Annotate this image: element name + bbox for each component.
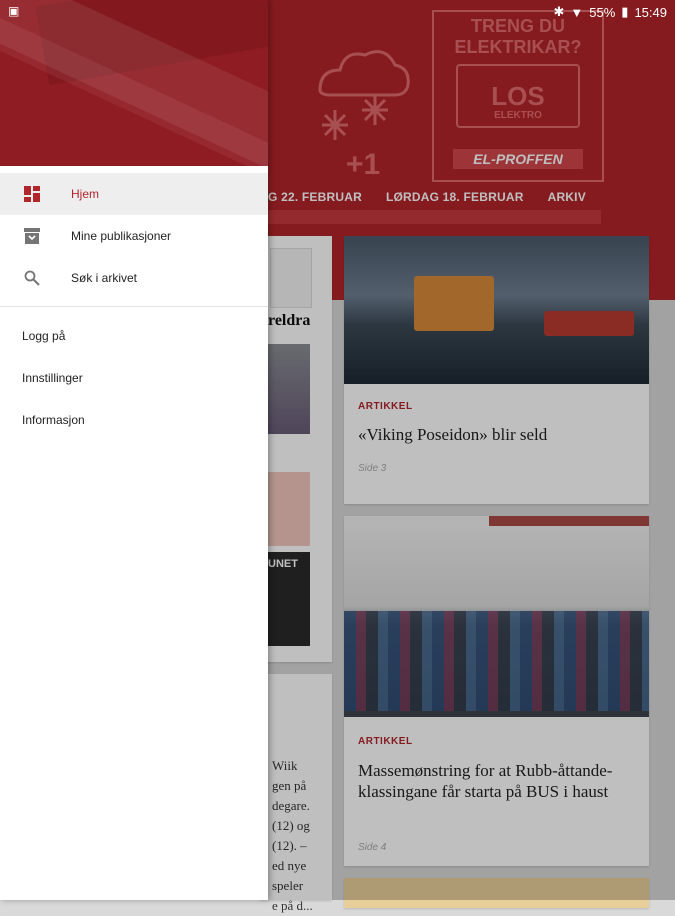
search-icon (24, 270, 40, 286)
nav-item-home[interactable]: Hjem (0, 173, 268, 215)
menu-item-information[interactable]: Informasjon (22, 413, 85, 427)
status-bar: ▣ ✱ ▼ 55% ▮ 15:49 (0, 0, 675, 24)
wifi-icon: ▼ (570, 4, 584, 20)
menu-item-login[interactable]: Logg på (22, 329, 65, 343)
battery-icon: ▮ (621, 4, 629, 19)
drawer-header (0, 0, 268, 166)
nav-item-label: Søk i arkivet (71, 271, 138, 285)
nav-item-publications[interactable]: Mine publikasjoner (0, 215, 268, 257)
drawer-divider (0, 306, 268, 307)
notification-icon: ▣ (8, 4, 20, 18)
nav-item-search-archive[interactable]: Søk i arkivet (0, 257, 268, 299)
nav-item-label: Mine publikasjoner (71, 229, 172, 243)
clock: 15:49 (634, 4, 667, 20)
publications-icon (24, 228, 40, 244)
battery-level: 55% (589, 4, 616, 20)
navigation-drawer: Hjem Mine publikasjoner Søk i arkivet Lo… (0, 0, 268, 900)
menu-item-settings[interactable]: Innstillinger (22, 371, 83, 385)
bluetooth-icon: ✱ (553, 4, 565, 19)
nav-item-label: Hjem (71, 187, 100, 201)
dashboard-icon (24, 186, 40, 202)
